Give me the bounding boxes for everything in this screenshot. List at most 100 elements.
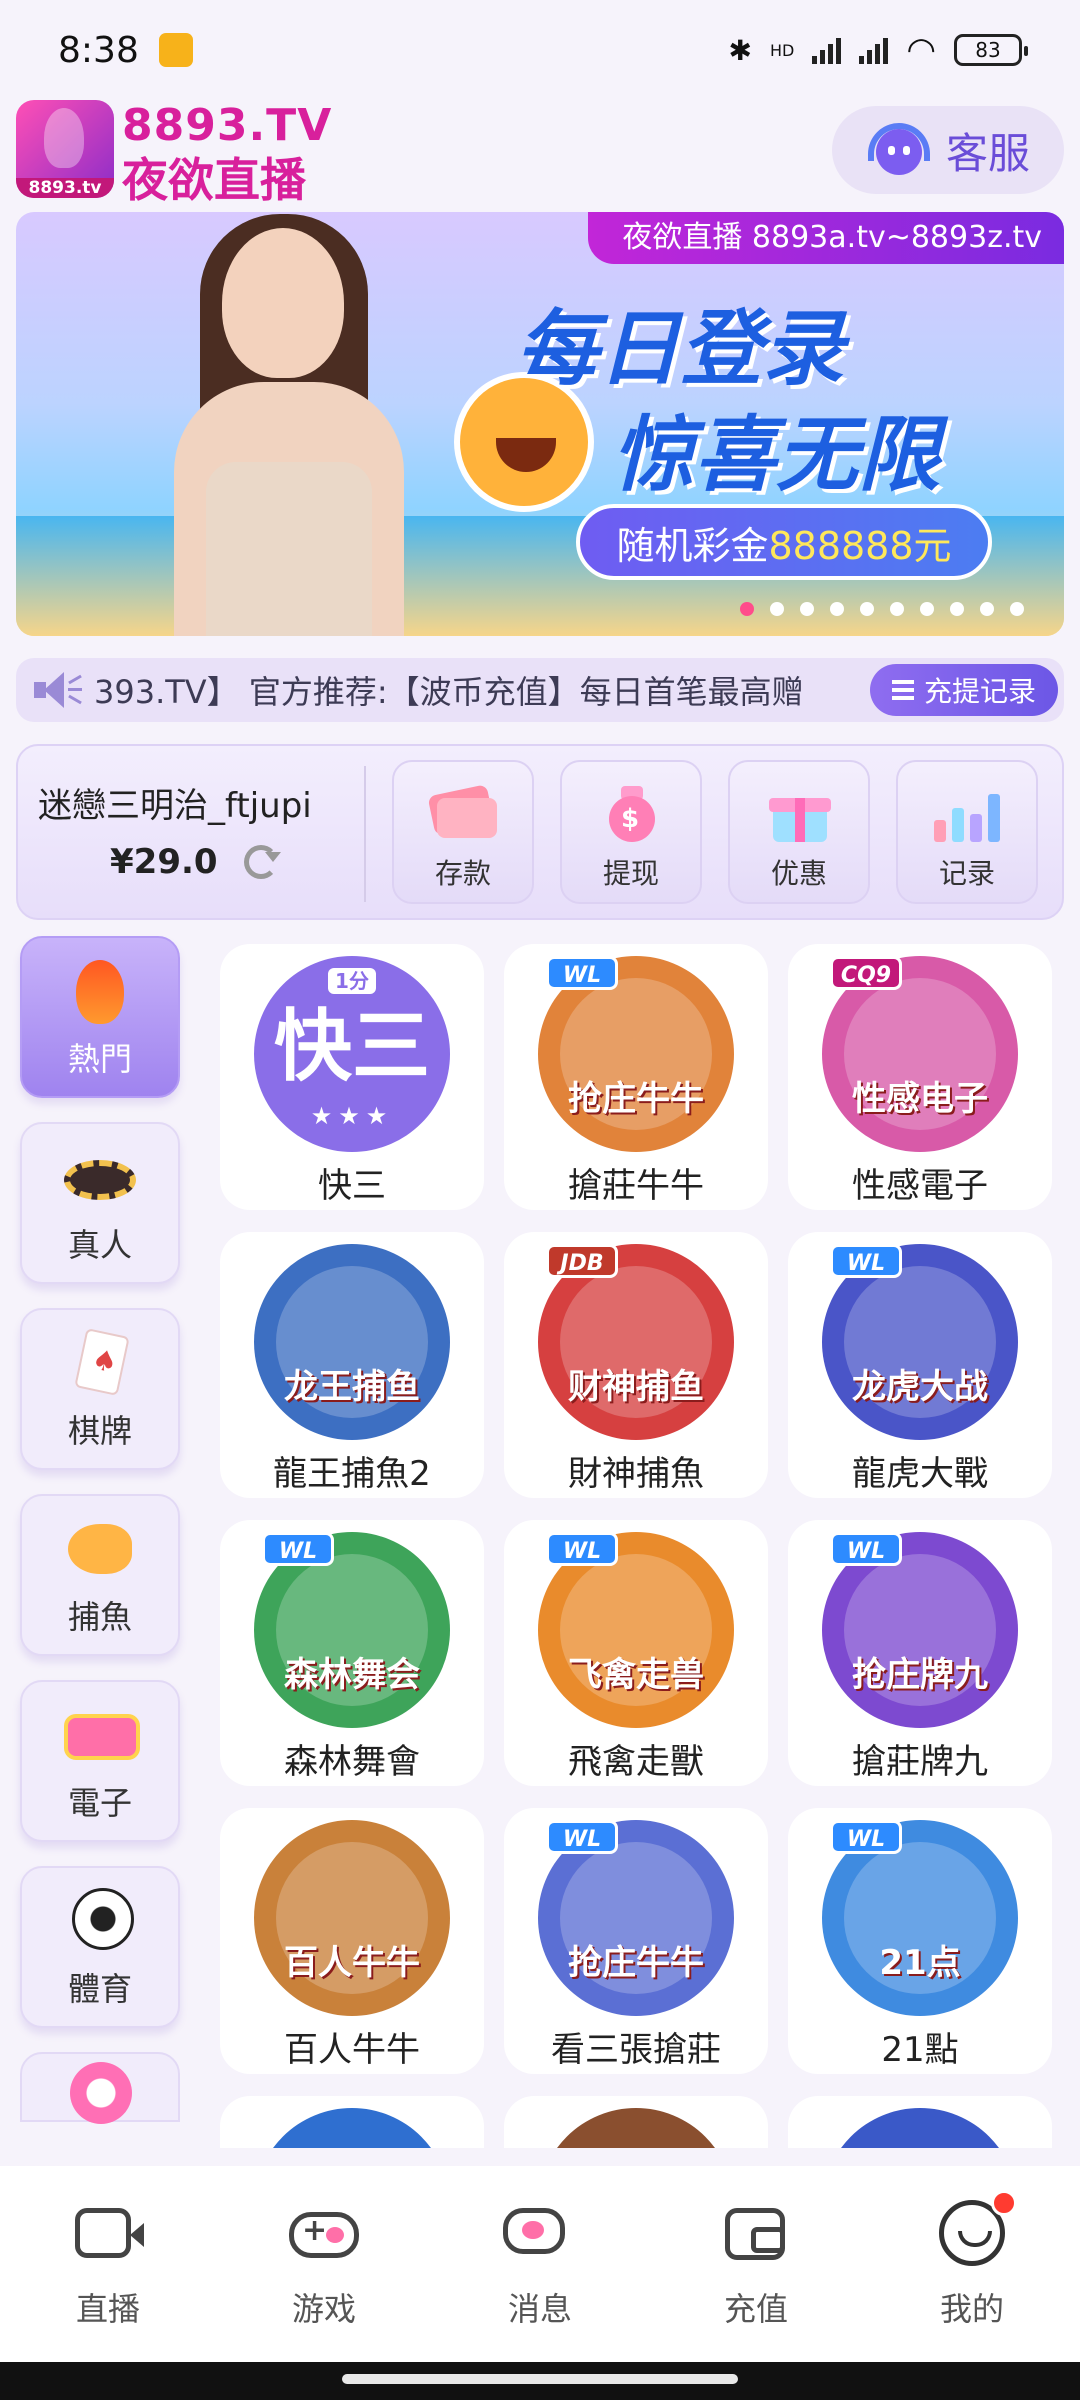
- game-art: WL 抢庄牛牛: [538, 956, 734, 1152]
- customer-service-button[interactable]: 客服: [832, 106, 1064, 194]
- category-live[interactable]: 真人: [20, 1122, 180, 1284]
- game-badge: WL: [546, 1532, 618, 1566]
- nav-recharge[interactable]: 充值: [648, 2166, 864, 2362]
- promo-banner[interactable]: 夜欲直播 8893a.tv~8893z.tv 每日登录 惊喜无限 随机彩金888…: [16, 212, 1064, 636]
- game-art: WL 21点: [822, 1820, 1018, 2016]
- banner-dot[interactable]: [1010, 602, 1024, 616]
- game-label: 龍王捕魚2: [273, 1454, 431, 1494]
- game-label: 性感電子: [852, 1166, 988, 1206]
- game-art: CQ9 性感电子: [822, 956, 1018, 1152]
- records-button[interactable]: 记录: [896, 760, 1038, 904]
- category-cards[interactable]: 棋牌: [20, 1308, 180, 1470]
- promotions-button[interactable]: 优惠: [728, 760, 870, 904]
- deposit-withdraw-records-button[interactable]: 充提记录: [869, 664, 1058, 716]
- game-badge: JDB: [546, 1244, 618, 1278]
- gamepad-icon: [287, 2200, 361, 2266]
- game-label: 森林舞會: [284, 1742, 420, 1782]
- banner-dot[interactable]: [890, 602, 904, 616]
- deposit-label: 存款: [434, 857, 491, 890]
- flame-icon: [60, 956, 140, 1026]
- chart-icon: [931, 784, 1003, 842]
- banner-dot[interactable]: [920, 602, 934, 616]
- chat-icon: [503, 2200, 577, 2266]
- game-label: 搶莊牌九: [852, 1742, 988, 1782]
- game-badge: WL: [546, 956, 618, 990]
- category-fishing[interactable]: 捕魚: [20, 1494, 180, 1656]
- poker-chip-icon: [60, 1142, 140, 1212]
- nav-label: 消息: [507, 2290, 572, 2328]
- game-card[interactable]: WL 21点 21點: [788, 1808, 1052, 2074]
- game-card[interactable]: CQ9 性感电子 性感電子: [788, 944, 1052, 1210]
- banner-prize-amount: 888888元: [768, 524, 952, 568]
- fish-icon: [60, 1514, 140, 1584]
- banner-dot[interactable]: [770, 602, 784, 616]
- game-card[interactable]: 龙王捕鱼 龍王捕魚2: [220, 1232, 484, 1498]
- game-card[interactable]: WL 龙虎大战 龍虎大戰: [788, 1232, 1052, 1498]
- game-label: 快三: [318, 1166, 386, 1206]
- game-art-text: 快三: [273, 1002, 430, 1092]
- game-card-partial[interactable]: [220, 2096, 484, 2148]
- withdraw-button[interactable]: $ 提现: [560, 760, 702, 904]
- game-badge: WL: [830, 1532, 902, 1566]
- category-lottery[interactable]: [20, 2052, 180, 2124]
- signal-icon: [812, 36, 842, 64]
- game-art: WL 抢庄牌九: [822, 1532, 1018, 1728]
- game-badge: WL: [262, 1532, 334, 1566]
- headset-icon: [866, 123, 932, 177]
- game-card[interactable]: JDB 财神捕鱼 財神捕魚: [504, 1232, 768, 1498]
- game-art: WL 森林舞会: [254, 1532, 450, 1728]
- banner-dot[interactable]: [800, 602, 814, 616]
- game-card[interactable]: WL 飞禽走兽 飛禽走獸: [504, 1520, 768, 1786]
- category-sports[interactable]: 體育: [20, 1866, 180, 2028]
- announcement-text: 393.TV】 官方推荐:【波币充值】每日首笔最高赠: [94, 673, 804, 711]
- game-card[interactable]: 百人牛牛 百人牛牛: [220, 1808, 484, 2074]
- speaker-icon: [34, 670, 84, 710]
- category-hot[interactable]: 熱門: [20, 936, 180, 1098]
- announcement-marquee[interactable]: 393.TV】 官方推荐:【波币充值】每日首笔最高赠 充提记录: [16, 658, 1064, 722]
- gesture-bar: [0, 2362, 1080, 2400]
- withdraw-label: 提现: [602, 857, 659, 890]
- game-label: 看三張搶莊: [551, 2030, 721, 2070]
- game-card[interactable]: WL 森林舞会 森林舞會: [220, 1520, 484, 1786]
- game-label: 百人牛牛: [284, 2030, 420, 2070]
- game-badge: WL: [830, 1244, 902, 1278]
- home-indicator[interactable]: [342, 2374, 738, 2384]
- game-card[interactable]: WL 抢庄牛牛 看三張搶莊: [504, 1808, 768, 2074]
- banner-dot[interactable]: [740, 602, 754, 616]
- deposit-button[interactable]: 存款: [392, 760, 534, 904]
- game-art: WL 飞禽走兽: [538, 1532, 734, 1728]
- app-header: 8893.tv 8893.TV 夜欲直播 客服: [0, 100, 1080, 207]
- game-badge: WL: [546, 1820, 618, 1854]
- banner-dot[interactable]: [860, 602, 874, 616]
- game-art-text: 百人牛牛: [284, 1943, 420, 1983]
- game-label: 財神捕魚: [568, 1454, 704, 1494]
- game-card[interactable]: WL 抢庄牌九 搶莊牌九: [788, 1520, 1052, 1786]
- bluetooth-icon: ✱: [728, 33, 752, 67]
- balance: ¥29.0: [110, 842, 281, 882]
- nav-messages[interactable]: 消息: [432, 2166, 648, 2362]
- banner-dot[interactable]: [950, 602, 964, 616]
- category-sidebar: 熱門 真人 棋牌 捕魚 電子 體育: [20, 936, 180, 2146]
- nav-live[interactable]: 直播: [0, 2166, 216, 2362]
- game-art: JDB 财神捕鱼: [538, 1244, 734, 1440]
- logo-subtitle: 夜欲直播: [122, 153, 306, 207]
- game-art-text: 龙王捕鱼: [284, 1367, 420, 1407]
- wallet-icon: [719, 2200, 793, 2266]
- game-label: 飛禽走獸: [568, 1742, 704, 1782]
- games-grid: 1分 快三 ★★★ 快三 WL 抢庄牛牛 搶莊牛牛 CQ9 性感电子 性感電子: [220, 944, 1060, 2148]
- game-card-k3[interactable]: 1分 快三 ★★★ 快三: [220, 944, 484, 1210]
- game-label: 搶莊牛牛: [568, 1166, 704, 1206]
- nav-profile[interactable]: 我的: [864, 2166, 1080, 2362]
- hd-label: HD: [769, 40, 795, 60]
- banner-dot[interactable]: [980, 602, 994, 616]
- game-card[interactable]: WL 抢庄牛牛 搶莊牛牛: [504, 944, 768, 1210]
- game-card-partial[interactable]: [788, 2096, 1052, 2148]
- records-label: 充提记录: [923, 675, 1036, 708]
- banner-dot[interactable]: [830, 602, 844, 616]
- category-slots[interactable]: 電子: [20, 1680, 180, 1842]
- game-art-text: 抢庄牌九: [852, 1655, 988, 1695]
- game-art-text: 21点: [879, 1943, 961, 1983]
- nav-games[interactable]: 游戏: [216, 2166, 432, 2362]
- game-card-partial[interactable]: [504, 2096, 768, 2148]
- refresh-icon[interactable]: [243, 845, 281, 879]
